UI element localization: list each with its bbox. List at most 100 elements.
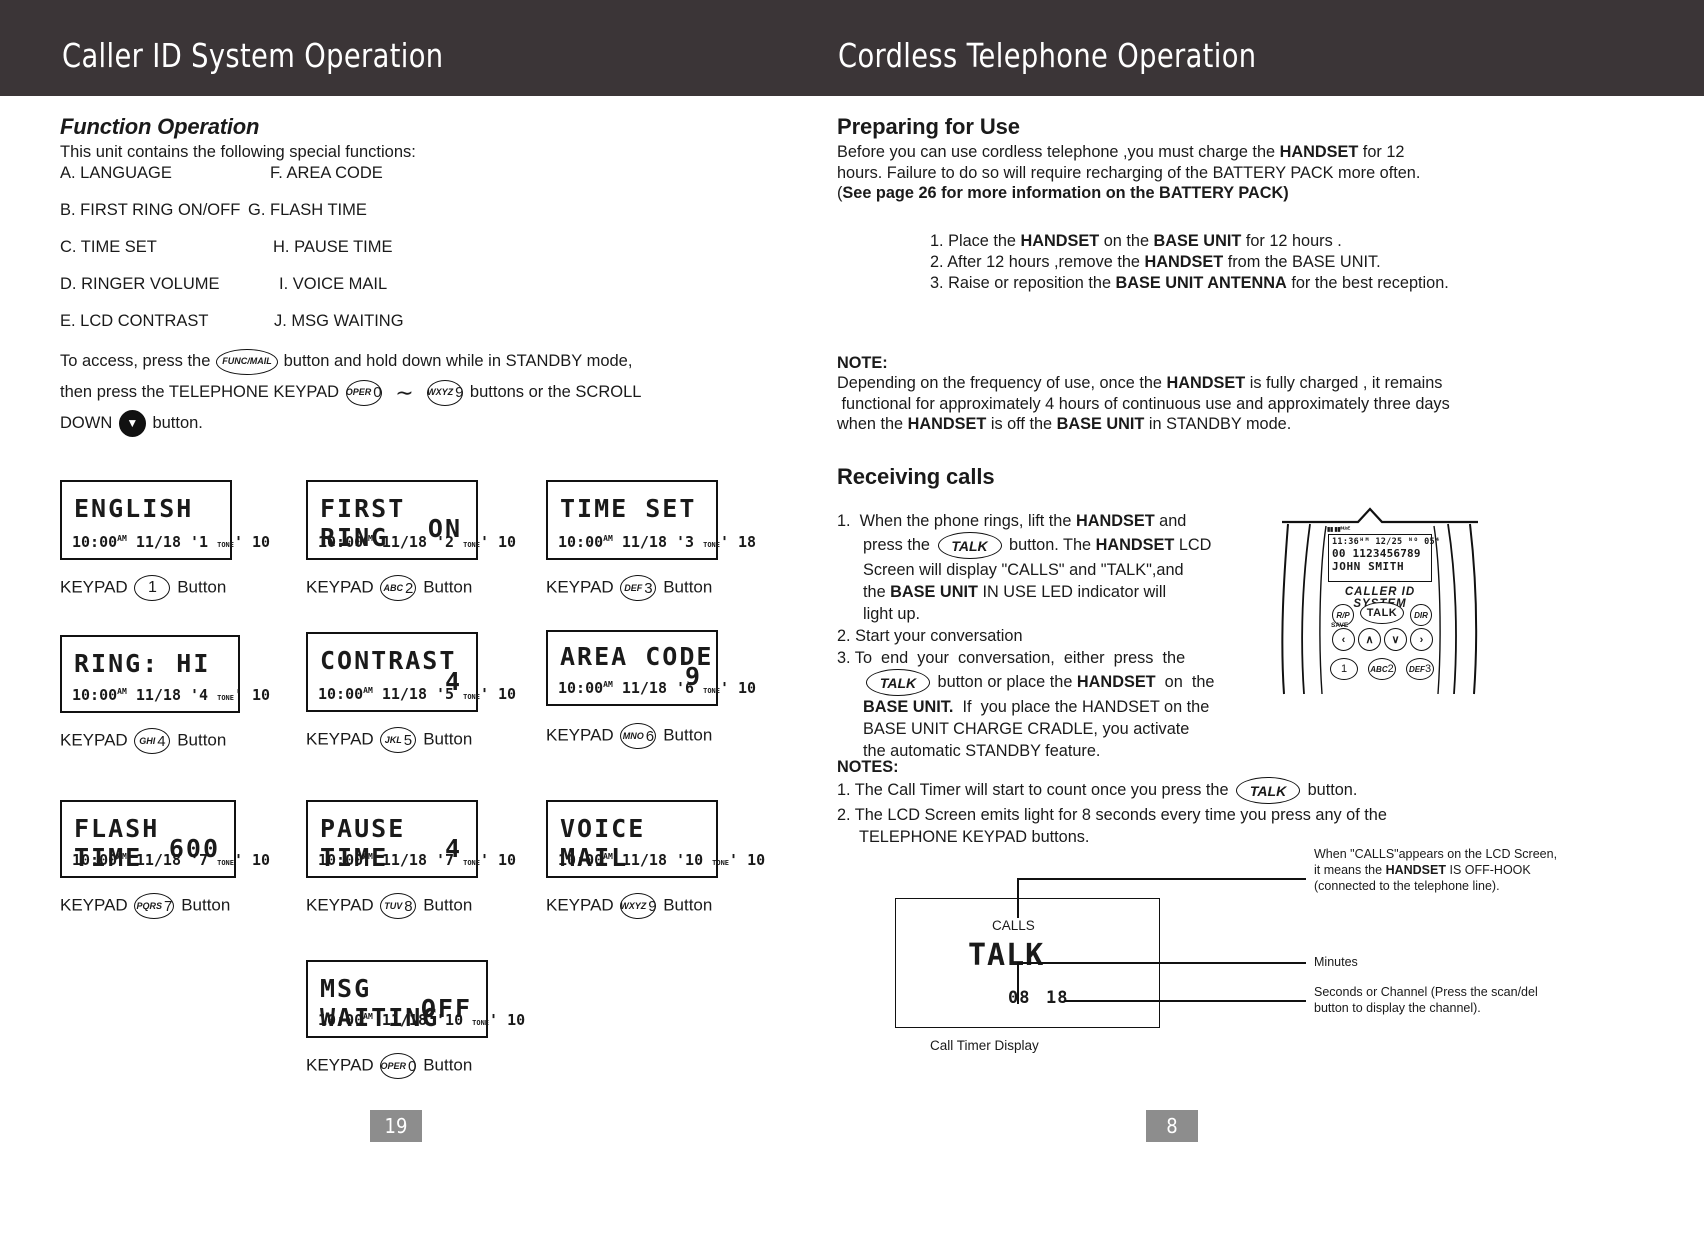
receiving-calls-list: 1. When the phone rings, lift the HANDSE… (837, 510, 1257, 762)
lcd-ampm: AM (363, 534, 373, 543)
calls-note-l2a: it means the (1314, 863, 1386, 877)
lcd-time: 10:00 (318, 685, 364, 703)
lcd-cell-7: FLASH TIME 600 10:00AM 11/18 '7 TONE' 10… (60, 800, 270, 919)
note-body: Depending on the frequency of use, once … (837, 373, 1577, 435)
notes-label: NOTES: (837, 758, 899, 776)
page-number-right: 8 (1146, 1110, 1198, 1142)
keypad-9b-icon[interactable]: WXYZ 9 (620, 893, 657, 919)
keypad-9-icon[interactable]: WXYZ 9 (427, 379, 464, 406)
function-item-g: G. FLASH TIME (248, 201, 367, 219)
up-arrow-button-icon[interactable]: ∧ (1358, 628, 1381, 651)
handset-lcd-line-3: JOHN SMITH (1332, 560, 1405, 573)
handset-key-2-digit: 2 (1387, 663, 1394, 675)
lcd-channel: 10 (498, 851, 517, 869)
handset-key-2-icon[interactable]: ABC 2 (1368, 658, 1396, 680)
lcd-ampm: AM (603, 852, 613, 861)
keypad-7-icon[interactable]: PQRS 7 (134, 893, 175, 919)
keypad-label-1: KEYPAD 1 Button (60, 575, 226, 601)
lcd-time: 10:00 (72, 533, 118, 551)
keypad-3-digit: 3 (644, 579, 653, 597)
keypad-1-icon[interactable]: 1 (134, 575, 171, 601)
access-line-3-pre: DOWN (60, 414, 113, 433)
lcd-status-row: 10:00AM 11/18 '5 TONE' 10 (318, 685, 517, 703)
receiving-item-3-l1: 3. To end your conversation, either pres… (837, 649, 1186, 667)
func-mail-button-icon[interactable]: FUNC/MAIL (216, 348, 278, 375)
keypad-2-icon[interactable]: ABC 2 (380, 575, 417, 601)
lcd-screen-time-set: TIME SET 10:00AM 11/18 '3 TONE' 18 (546, 480, 757, 560)
lcd-tone: TONE (463, 859, 480, 867)
handset-key-1-icon[interactable]: 1 (1330, 658, 1358, 680)
receiving-item-1-l1: 1. When the phone rings, lift the HANDSE… (837, 512, 1187, 530)
keypad-label-prefix: KEYPAD (306, 577, 374, 597)
handset-illustration: ▮▮ ▮▮ᴵᴺᵁˢᴱ 11:36ᴴᴹ 12/25 ᴺᴼ 05⁴ 00 11234… (1270, 506, 1490, 696)
lcd-channel: 18 (738, 533, 757, 551)
function-row: D. RINGER VOLUME I. VOICE MAIL (60, 275, 580, 312)
keypad-6-icon[interactable]: MNO 6 (620, 723, 657, 749)
keypad-3-icon[interactable]: DEF 3 (620, 575, 657, 601)
keypad-label-prefix: KEYPAD (60, 577, 128, 597)
handset-key-1-digit: 1 (1340, 663, 1348, 675)
handset-indicator-labels: ▮▮ ▮▮ᴵᴺᵁˢᴱ (1327, 527, 1350, 533)
keypad-2-letters: ABC (383, 583, 404, 593)
func-key-label: FUNC (222, 356, 248, 367)
preparing-line-3: (See page 26 for more information on the… (837, 183, 1537, 204)
left-arrow-button-icon[interactable]: ‹ (1332, 628, 1355, 651)
keypad-label-prefix: KEYPAD (60, 895, 128, 915)
talk-button-icon-1[interactable]: TALK (937, 532, 1002, 559)
keypad-label-3: KEYPAD DEF 3 Button (546, 575, 712, 601)
handset-talk-button-icon[interactable]: TALK (1360, 602, 1404, 624)
lcd-cell-10: MSG WAITING OFF 10:00AM 11/18 '10 TONE' … (306, 960, 526, 1079)
preparing-paragraph: Before you can use cordless telephone ,y… (837, 142, 1537, 204)
access-line-2-post: buttons or the SCROLL (469, 383, 642, 401)
lcd-channel: 10 (252, 851, 271, 869)
receiving-item-1-l3: Screen will display "CALLS" and "TALK",a… (863, 561, 1184, 579)
lcd-date: 11/18 (135, 686, 181, 704)
function-item-h: H. PAUSE TIME (273, 238, 393, 256)
keypad-8-icon[interactable]: TUV 8 (380, 893, 417, 919)
lcd-status-row: 10:00AM 11/18 '3 TONE' 18 (558, 533, 757, 551)
talk-button-icon-2[interactable]: TALK (866, 669, 930, 696)
keypad-label-2: KEYPAD ABC 2 Button (306, 575, 472, 601)
keypad-0b-icon[interactable]: OPER 0 (380, 1053, 417, 1079)
down-arrow-button-icon[interactable]: ∨ (1384, 628, 1407, 651)
lcd-status-row: 10:00AM 11/18 '10 TONE' 10 (318, 1011, 526, 1029)
seconds-note-label: Seconds or Channel (Press the scan/del b… (1314, 984, 1538, 1016)
keypad-label-suffix: Button (423, 729, 473, 749)
scroll-down-icon[interactable]: ▼ (118, 410, 146, 438)
lcd-ampm: AM (117, 852, 127, 861)
lcd-date: 11/18 (381, 1011, 427, 1029)
keypad-4-letters: GHI (139, 736, 156, 746)
lcd-cell-9: VOICE MAIL 10:00AM 11/18 '10 TONE' 10 KE… (546, 800, 765, 919)
lcd-index: 6 (685, 679, 695, 697)
handset-lcd-line-1: 11:36ᴴᴹ 12/25 ᴺᴼ 05⁴ (1332, 537, 1441, 547)
lcd-tone: TONE (712, 859, 729, 867)
lcd-time: 10:00 (318, 851, 364, 869)
seconds-leader-horizontal (1064, 1000, 1306, 1002)
receiving-item-1-l4: the BASE UNIT IN USE LED indicator will (863, 583, 1167, 601)
preparing-step-1: 1. Place the HANDSET on the BASE UNIT fo… (930, 232, 1342, 250)
lcd-index: 3 (685, 533, 695, 551)
handset-key-2-letters: ABC (1370, 664, 1388, 674)
talk-button-icon-3[interactable]: TALK (1236, 777, 1301, 804)
keypad-4-icon[interactable]: GHI 4 (134, 728, 171, 754)
lcd-status-row: 10:00AM 11/18 '2 TONE' 10 (318, 533, 517, 551)
access-line-2: then press the TELEPHONE KEYPAD OPER 0 ∼ … (60, 377, 800, 408)
dir-button-icon[interactable]: DIR (1410, 604, 1432, 626)
keypad-label-10: KEYPAD OPER 0 Button (306, 1053, 472, 1079)
lcd-index: 10 (445, 1011, 464, 1029)
keypad-label-suffix: Button (663, 895, 713, 915)
keypad-0-icon[interactable]: OPER 0 (345, 379, 382, 406)
keypad-5-icon[interactable]: JKL 5 (380, 727, 417, 753)
right-arrow-button-icon[interactable]: › (1410, 628, 1433, 651)
handset-key-3-digit: 3 (1424, 663, 1432, 675)
note-block: NOTE: Depending on the frequency of use,… (837, 354, 1577, 435)
lcd-screen-pause-time: PAUSE TIME 4 10:00AM 11/18 '7 TONE' 10 (306, 800, 516, 878)
preparing-line-2: hours. Failure to do so will require rec… (837, 163, 1421, 182)
lcd-tone: TONE (463, 693, 480, 701)
lcd-screen-msg-waiting: MSG WAITING OFF 10:00AM 11/18 '10 TONE' … (306, 960, 526, 1038)
function-item-e: E. LCD CONTRAST (60, 312, 209, 330)
handset-key-3-icon[interactable]: DEF 3 (1406, 658, 1434, 680)
function-item-a: A. LANGUAGE (60, 164, 172, 182)
function-item-d: D. RINGER VOLUME (60, 275, 220, 293)
lcd-time: 10:00 (318, 1011, 364, 1029)
